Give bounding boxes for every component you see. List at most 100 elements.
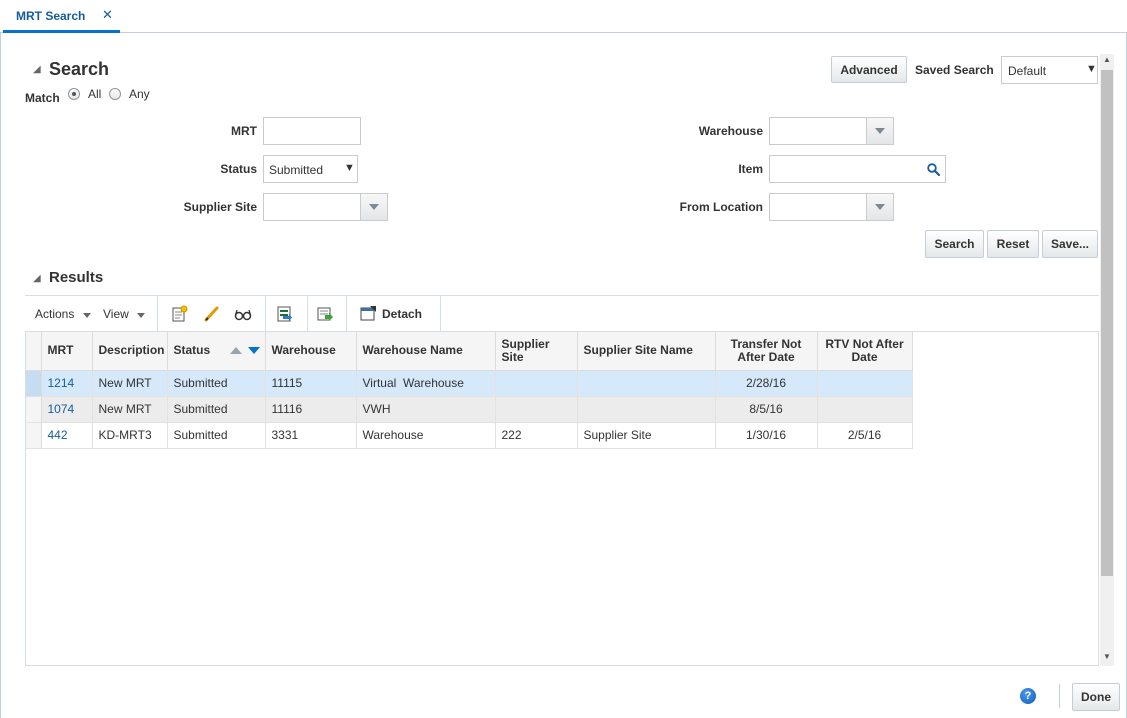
scroll-up-icon[interactable]: ▲: [1103, 55, 1111, 64]
reset-button[interactable]: Reset: [987, 230, 1039, 258]
toolbar-separator: [265, 296, 266, 332]
match-any-radio[interactable]: [109, 88, 121, 100]
supplier-site-combobox[interactable]: [263, 193, 388, 221]
cell-supplier-site: [495, 396, 578, 423]
actions-menu[interactable]: Actions: [35, 307, 91, 321]
status-header-label: Status: [173, 343, 211, 358]
row-header[interactable]: [26, 370, 42, 397]
table-row[interactable]: 1214 New MRT Submitted 11115 Virtual War…: [26, 370, 913, 397]
toolbar-separator: [307, 296, 308, 332]
tab-strip: [0, 0, 1127, 33]
export-icon[interactable]: [275, 305, 293, 323]
results-section-title: Results: [49, 269, 104, 286]
chevron-down-icon: [369, 204, 379, 210]
advanced-label: Advanced: [840, 62, 898, 77]
row-header[interactable]: [26, 396, 42, 423]
column-header-description[interactable]: Description: [92, 332, 168, 371]
done-button[interactable]: Done: [1072, 683, 1120, 711]
match-all-radio[interactable]: [68, 88, 80, 100]
upload-icon[interactable]: [316, 305, 334, 323]
match-label: Match: [25, 91, 60, 105]
done-button-label: Done: [1081, 690, 1111, 704]
save-button[interactable]: Save...: [1042, 230, 1098, 258]
search-button[interactable]: Search: [925, 230, 984, 258]
cell-warehouse-name: Warehouse: [356, 422, 496, 449]
match-all-label: All: [88, 87, 102, 101]
cell-supplier-site-name: Supplier Site: [577, 422, 716, 449]
results-toolbar: Actions View Detach: [25, 296, 1099, 332]
save-button-label: Save...: [1050, 237, 1090, 251]
toolbar-separator: [157, 296, 158, 332]
cell-warehouse: 11116: [265, 396, 357, 423]
scroll-down-icon[interactable]: ▼: [1103, 652, 1111, 661]
sort-descending-icon[interactable]: [247, 347, 260, 354]
view-glasses-icon[interactable]: [234, 305, 252, 323]
chevron-down-icon: [875, 128, 885, 134]
cell-rtv-date: [817, 396, 913, 423]
select-arrow-icon: ▼: [1086, 63, 1097, 75]
warehouse-dropdown-button[interactable]: [866, 118, 893, 144]
mrt-input[interactable]: [263, 117, 361, 145]
supplier-site-dropdown-button[interactable]: [360, 194, 387, 220]
table-row[interactable]: 1074 New MRT Submitted 11116 VWH 8/5/16: [26, 396, 913, 423]
row-header[interactable]: [26, 422, 42, 449]
mrt-link[interactable]: 1074: [48, 402, 75, 416]
cell-description: New MRT: [92, 396, 168, 423]
scrollbar-thumb[interactable]: [1101, 70, 1113, 576]
match-any-label: Any: [129, 87, 150, 101]
reset-button-label: Reset: [996, 237, 1030, 251]
column-header-transfer-not-after-date[interactable]: Transfer Not After Date: [715, 332, 818, 371]
cell-supplier-site-name: [577, 370, 716, 397]
mrt-link[interactable]: 1214: [48, 376, 75, 390]
cell-transfer-date: 2/28/16: [715, 370, 818, 397]
results-table: MRT Description Status Warehouse Warehou…: [26, 332, 913, 449]
column-header-mrt[interactable]: MRT: [41, 332, 93, 371]
status-select[interactable]: Submitted ▼: [263, 155, 358, 183]
column-header-supplier-site[interactable]: Supplier Site: [495, 332, 578, 371]
view-menu[interactable]: View: [103, 307, 145, 321]
cell-warehouse: 11115: [265, 370, 357, 397]
mrt-label: MRT: [231, 124, 257, 138]
column-header-warehouse-name[interactable]: Warehouse Name: [356, 332, 496, 371]
from-location-label: From Location: [679, 200, 763, 214]
column-header-status[interactable]: Status: [167, 332, 266, 371]
mrt-link[interactable]: 442: [48, 428, 68, 442]
column-header-warehouse[interactable]: Warehouse: [265, 332, 357, 371]
column-header-rtv-not-after-date[interactable]: RTV Not After Date: [817, 332, 913, 371]
table-row[interactable]: 442 KD-MRT3 Submitted 3331 Warehouse 222…: [26, 422, 913, 449]
status-value: Submitted: [269, 163, 324, 177]
edit-icon[interactable]: [203, 305, 221, 323]
cell-rtv-date: [817, 370, 913, 397]
cell-supplier-site: [495, 370, 578, 397]
cell-warehouse: 3331: [265, 422, 357, 449]
warehouse-combobox[interactable]: [769, 117, 894, 145]
column-header-supplier-site-name[interactable]: Supplier Site Name: [577, 332, 716, 371]
cell-supplier-site-name: [577, 396, 716, 423]
radio-selected-dot: [72, 92, 76, 96]
chevron-down-icon: [875, 204, 885, 210]
saved-search-value: Default: [1008, 64, 1047, 78]
from-location-combobox[interactable]: [769, 193, 894, 221]
disclose-triangle-icon[interactable]: ◢: [33, 64, 41, 75]
supplier-site-label: Supplier Site: [183, 200, 257, 214]
cell-warehouse-name: Virtual Warehouse: [356, 370, 496, 397]
table-header-row: MRT Description Status Warehouse Warehou…: [26, 332, 913, 371]
close-icon[interactable]: ✕: [102, 7, 113, 23]
search-icon[interactable]: [927, 163, 940, 176]
saved-search-select[interactable]: Default ▼: [1001, 56, 1098, 84]
help-icon[interactable]: ?: [1020, 688, 1036, 704]
footer-separator: [1059, 684, 1060, 708]
toolbar-separator: [346, 296, 347, 332]
warehouse-label: Warehouse: [698, 124, 763, 138]
select-arrow-icon: ▼: [344, 162, 355, 174]
cell-description: KD-MRT3: [92, 422, 168, 449]
tab-mrt-search[interactable]: MRT Search ✕: [3, 0, 120, 33]
sort-ascending-icon[interactable]: [229, 347, 242, 354]
item-input[interactable]: [769, 155, 946, 183]
actions-label: Actions: [35, 307, 75, 321]
cell-description: New MRT: [92, 370, 168, 397]
create-icon[interactable]: [171, 305, 189, 323]
disclose-triangle-icon[interactable]: ◢: [33, 273, 41, 284]
advanced-button[interactable]: Advanced: [831, 56, 907, 83]
from-location-dropdown-button[interactable]: [866, 194, 893, 220]
